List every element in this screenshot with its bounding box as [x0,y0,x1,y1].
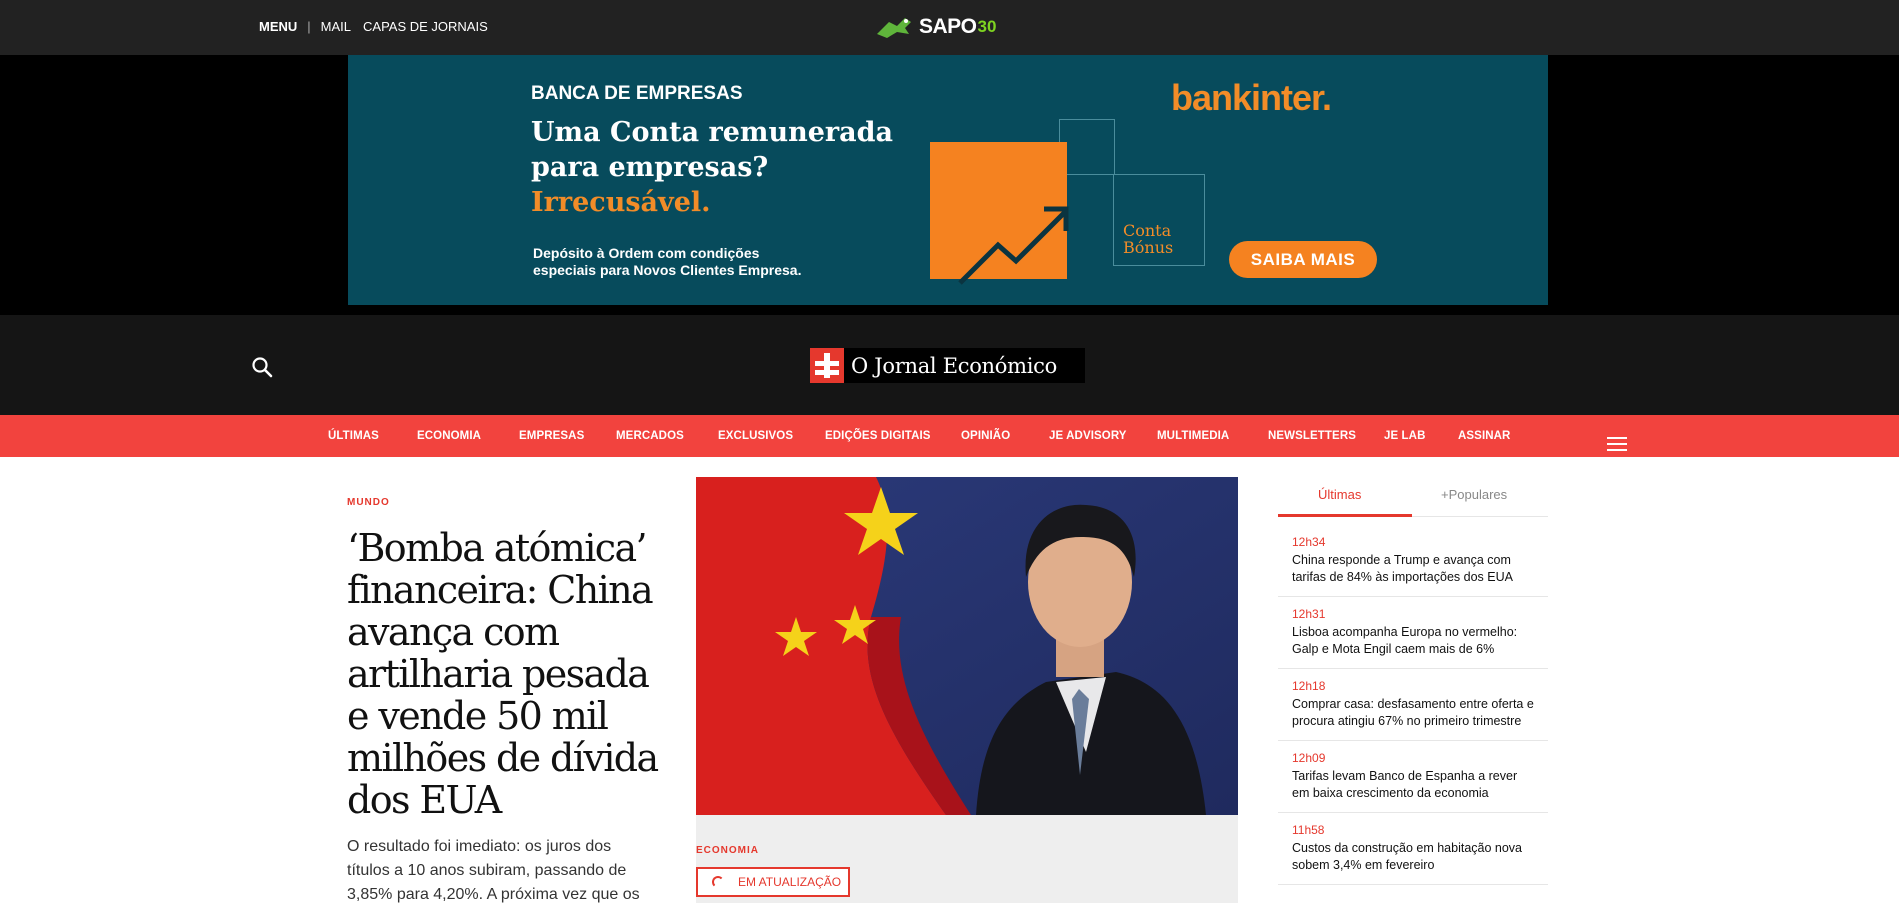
bankinter-banner-ad[interactable]: BANCA DE EMPRESAS Uma Conta remunerada p… [348,55,1548,305]
sapo-logo-text: SAPO [919,15,977,38]
sapo-top-bar: MENU | MAIL CAPAS DE JORNAIS SAPO 30 [0,0,1899,55]
site-logo[interactable]: O Jornal Económico [810,348,1085,383]
list-item-time: 12h18 [1292,679,1326,693]
sapo-menu-button[interactable]: MENU [259,19,297,34]
divider: | [307,19,311,34]
ad-headline-line2: para empresas? [531,152,769,183]
list-item[interactable]: 12h31 Lisboa acompanha Europa no vermelh… [1278,597,1548,669]
tab-ultimas[interactable]: Últimas [1318,487,1361,502]
sapo-logo[interactable]: SAPO 30 [875,12,996,42]
nav-item-edicoes-digitais[interactable]: EDIÇÕES DIGITAIS [825,430,931,442]
featured-story-category[interactable]: ECONOMIA [696,845,759,856]
je-logo-icon [810,348,844,383]
featured-story-image[interactable] [696,477,1238,815]
main-nav: ÚLTIMAS ECONOMIA EMPRESAS MERCADOS EXCLU… [0,415,1899,457]
list-item-time: 12h09 [1292,751,1326,765]
nav-item-assinar[interactable]: ASSINAR [1458,430,1510,442]
nav-item-ultimas[interactable]: ÚLTIMAS [328,430,379,442]
nav-item-je-advisory[interactable]: JE ADVISORY [1049,430,1127,442]
live-update-label: EM ATUALIZAÇÃO [738,875,842,889]
growth-arrow-icon [958,206,1069,285]
sidebar-tabs: Últimas +Populares [1278,477,1548,517]
ad-product-line1: Conta [1123,221,1172,240]
mail-link[interactable]: MAIL [321,19,351,34]
nav-item-economia[interactable]: ECONOMIA [417,430,481,442]
list-item-time: 11h58 [1292,823,1325,837]
list-item[interactable]: 12h18 Comprar casa: desfasamento entre o… [1278,669,1548,741]
sapo-frog-icon [877,18,911,38]
nav-item-empresas[interactable]: EMPRESAS [519,430,584,442]
nav-item-newsletters[interactable]: NEWSLETTERS [1268,430,1356,442]
nav-item-je-lab[interactable]: JE LAB [1384,430,1426,442]
list-item-time: 12h34 [1292,535,1326,549]
capas-de-jornais-link[interactable]: CAPAS DE JORNAIS [363,19,488,34]
lead-story-excerpt: O resultado foi imediato: os juros dos t… [347,838,640,903]
nav-item-opiniao[interactable]: OPINIÃO [961,430,1010,442]
ad-product-name: Conta Bónus [1123,222,1173,256]
site-name: O Jornal Económico [851,353,1057,378]
list-item-title[interactable]: Comprar casa: desfasamento entre oferta … [1292,696,1534,730]
ad-product-line2: Bónus [1123,238,1174,257]
list-item[interactable]: 11h58 Custos da construção em habitação … [1278,813,1548,885]
active-tab-indicator [1278,514,1412,517]
list-item-title[interactable]: China responde a Trump e avança com tari… [1292,552,1534,586]
ad-kicker: BANCA DE EMPRESAS [531,83,743,104]
nav-item-multimedia[interactable]: MULTIMEDIA [1157,430,1229,442]
loading-spinner-icon [712,876,724,888]
ad-subtext: Depósito à Ordem com condições especiais… [533,245,802,278]
ad-headline-highlight: Irrecusável. [531,187,711,218]
list-item-title[interactable]: Lisboa acompanha Europa no vermelho: Gal… [1292,624,1534,658]
list-item[interactable]: 12h09 Tarifas levam Banco de Espanha a r… [1278,741,1548,813]
list-item[interactable]: 12h34 China responde a Trump e avança co… [1278,525,1548,597]
nav-item-mercados[interactable]: MERCADOS [616,430,684,442]
ad-headline-line1: Uma Conta remunerada [531,117,894,148]
tab-populares[interactable]: +Populares [1441,487,1507,502]
hamburger-icon[interactable] [1607,437,1627,455]
ad-decor-box [1059,119,1115,175]
nav-item-exclusivos[interactable]: EXCLUSIVOS [718,430,793,442]
ad-headline: Uma Conta remunerada para empresas? Irre… [531,115,893,220]
lead-story-category[interactable]: MUNDO [347,497,390,508]
sapo-anniversary-badge: 30 [977,17,997,36]
saiba-mais-button[interactable]: SAIBA MAIS [1229,241,1377,278]
list-item-title[interactable]: Custos da construção em habitação nova s… [1292,840,1534,874]
latest-news-list: 12h34 China responde a Trump e avança co… [1278,525,1548,885]
sapo-links: MENU | MAIL CAPAS DE JORNAIS [259,19,500,34]
list-item-time: 12h31 [1292,607,1326,621]
site-header: O Jornal Económico [0,315,1899,415]
search-icon[interactable] [251,356,273,383]
list-item-title[interactable]: Tarifas levam Banco de Espanha a rever e… [1292,768,1534,802]
live-update-badge: EM ATUALIZAÇÃO [696,867,850,897]
bankinter-logo: bankinter. [1171,77,1332,118]
lead-story-headline[interactable]: ‘Bomba atómica’ financeira: China avança… [347,527,667,821]
